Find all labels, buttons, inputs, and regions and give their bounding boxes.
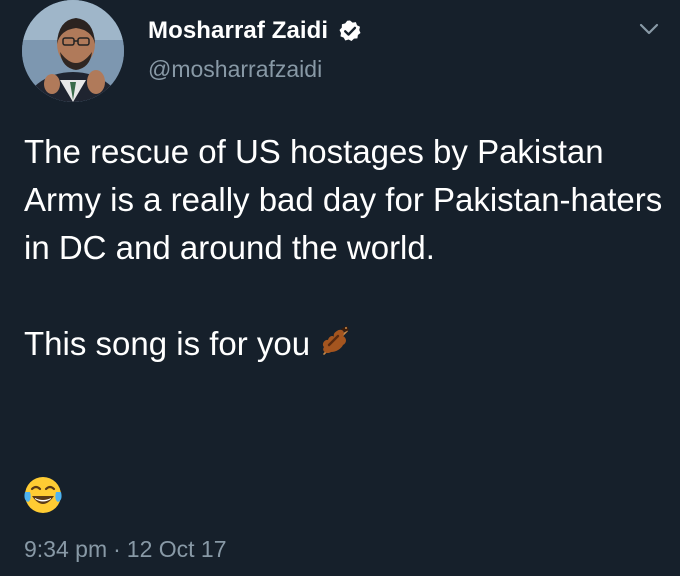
face-with-tears-of-joy-icon: [24, 477, 62, 513]
tweet-date: 12 Oct 17: [126, 536, 227, 562]
timestamp-separator: ·: [113, 536, 121, 562]
tweet-paragraph-1: The rescue of US hostages by Pakistan Ar…: [24, 133, 663, 266]
author-handle[interactable]: @mosharrafzaidi: [148, 56, 322, 83]
avatar-photo-icon: [22, 0, 124, 102]
tweet-card: Mosharraf Zaidi @mosharrafzaidi The resc…: [0, 0, 680, 576]
author-name-row: Mosharraf Zaidi: [148, 14, 362, 48]
author-display-name[interactable]: Mosharraf Zaidi: [148, 17, 328, 45]
tweet-timestamp[interactable]: 9:34 pm · 12 Oct 17: [24, 536, 227, 563]
tweet-text: The rescue of US hostages by Pakistan Ar…: [24, 128, 664, 368]
tweet-paragraph-2: This song is for you: [24, 320, 664, 368]
tweet-paragraph-2-text: This song is for you: [24, 325, 311, 362]
avatar[interactable]: [22, 0, 124, 102]
violin-icon: [323, 326, 350, 355]
chevron-down-icon[interactable]: [634, 14, 664, 44]
tweet-time: 9:34 pm: [24, 536, 108, 562]
verified-badge-icon: [339, 20, 361, 41]
